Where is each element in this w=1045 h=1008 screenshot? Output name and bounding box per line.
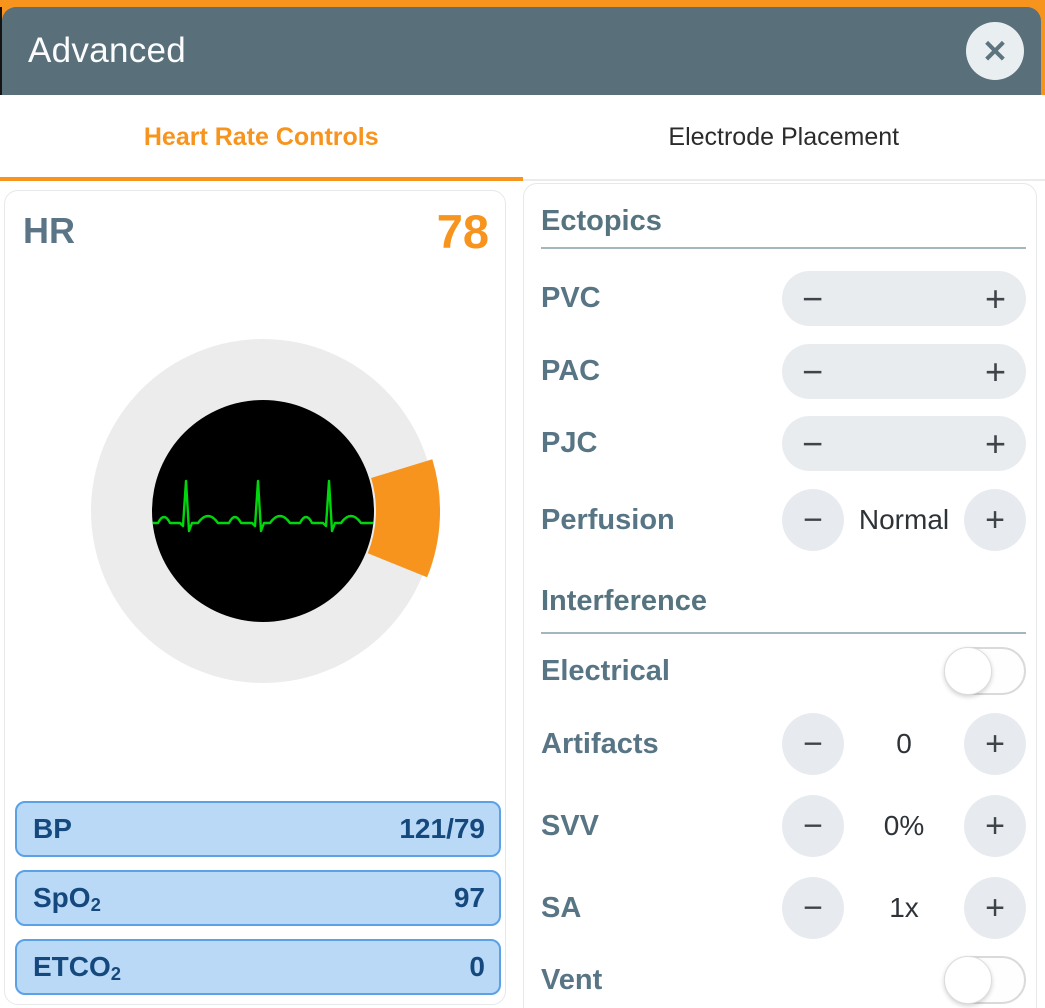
artifacts-value: 0 bbox=[844, 728, 964, 760]
perfusion-value: Normal bbox=[844, 504, 964, 536]
vent-toggle[interactable] bbox=[944, 956, 1026, 1004]
vitals-list: BP121/79SpO297ETCO20 bbox=[15, 801, 501, 1008]
plus-icon: + bbox=[985, 351, 1006, 392]
sa-stepper: −1x + bbox=[782, 877, 1026, 939]
toggle-knob bbox=[944, 956, 992, 1004]
svv-plus-button[interactable]: + bbox=[964, 795, 1026, 857]
svv-stepper: −0% + bbox=[782, 795, 1026, 857]
advanced-dialog: Advanced ✕ Heart Rate Controls Electrode… bbox=[0, 0, 1045, 1008]
close-icon: ✕ bbox=[982, 36, 1008, 67]
plus-icon: + bbox=[985, 278, 1006, 319]
artifacts-label: Artifacts bbox=[541, 728, 659, 761]
sa-row: SA −1x + bbox=[541, 877, 1026, 939]
electrical-label: Electrical bbox=[541, 655, 670, 688]
svv-row: SVV −0% + bbox=[541, 795, 1026, 857]
perfusion-plus-button[interactable]: + bbox=[964, 489, 1026, 551]
close-button[interactable]: ✕ bbox=[966, 22, 1024, 80]
svv-minus-button[interactable]: − bbox=[782, 795, 844, 857]
tab-electrode-placement-label: Electrode Placement bbox=[668, 123, 899, 152]
minus-icon: − bbox=[802, 278, 823, 319]
tab-heart-rate-controls[interactable]: Heart Rate Controls bbox=[0, 95, 523, 179]
plus-icon: + bbox=[985, 423, 1006, 464]
pac-minus-button[interactable]: − bbox=[802, 354, 823, 390]
pjc-row: PJC−+ bbox=[541, 416, 1026, 471]
sa-label: SA bbox=[541, 892, 581, 925]
vent-row: Vent bbox=[541, 954, 1026, 1006]
section-divider bbox=[541, 632, 1026, 634]
plus-icon: + bbox=[985, 727, 1005, 761]
vital-bp-label: BP bbox=[33, 813, 72, 845]
electrical-row: Electrical bbox=[541, 647, 1026, 695]
perfusion-stepper: −Normal + bbox=[782, 489, 1026, 551]
pjc-minus-button[interactable]: − bbox=[802, 426, 823, 462]
pjc-plus-button[interactable]: + bbox=[985, 426, 1006, 462]
toggle-knob bbox=[944, 647, 992, 695]
section-divider bbox=[541, 247, 1026, 249]
pvc-stepper: −+ bbox=[782, 271, 1026, 326]
vital-bp-value: 121/79 bbox=[399, 813, 485, 845]
pac-label: PAC bbox=[541, 355, 600, 388]
minus-icon: − bbox=[802, 423, 823, 464]
vital-etco2-label-text: ETCO bbox=[33, 951, 111, 982]
vital-etco2[interactable]: ETCO2 0 bbox=[15, 939, 501, 995]
artifacts-row: Artifacts −0 + bbox=[541, 713, 1026, 775]
vital-spo2[interactable]: SpO2 97 bbox=[15, 870, 501, 926]
pvc-plus-button[interactable]: + bbox=[985, 281, 1006, 317]
minus-icon: − bbox=[803, 503, 823, 537]
pjc-stepper: −+ bbox=[782, 416, 1026, 471]
hr-dial[interactable] bbox=[85, 333, 441, 689]
vital-etco2-label-sub: 2 bbox=[111, 963, 121, 984]
pac-plus-button[interactable]: + bbox=[985, 354, 1006, 390]
hr-label: HR bbox=[23, 210, 75, 252]
pvc-minus-button[interactable]: − bbox=[802, 281, 823, 317]
tab-heart-rate-controls-label: Heart Rate Controls bbox=[144, 123, 379, 152]
plus-icon: + bbox=[985, 809, 1005, 843]
pvc-label: PVC bbox=[541, 282, 601, 315]
sa-minus-button[interactable]: − bbox=[782, 877, 844, 939]
vital-spo2-label-text: SpO bbox=[33, 882, 91, 913]
hr-value: 78 bbox=[437, 204, 489, 259]
electrical-toggle[interactable] bbox=[944, 647, 1026, 695]
pvc-row: PVC−+ bbox=[541, 271, 1026, 326]
perfusion-label: Perfusion bbox=[541, 504, 675, 537]
vital-etco2-label: ETCO2 bbox=[33, 951, 121, 983]
svv-label: SVV bbox=[541, 810, 599, 843]
vital-bp[interactable]: BP 121/79 bbox=[15, 801, 501, 857]
section-title-ectopics: Ectopics bbox=[541, 204, 1026, 238]
pac-row: PAC−+ bbox=[541, 344, 1026, 399]
minus-icon: − bbox=[803, 891, 823, 925]
vital-bp-label-text: BP bbox=[33, 813, 72, 844]
minus-icon: − bbox=[802, 351, 823, 392]
sa-value: 1x bbox=[844, 892, 964, 924]
artifacts-stepper: −0 + bbox=[782, 713, 1026, 775]
vital-spo2-label: SpO2 bbox=[33, 882, 101, 914]
dialog-chrome: Advanced ✕ bbox=[0, 0, 1045, 95]
pac-stepper: −+ bbox=[782, 344, 1026, 399]
vital-spo2-label-sub: 2 bbox=[91, 894, 101, 915]
pjc-label: PJC bbox=[541, 427, 597, 460]
vent-label: Vent bbox=[541, 964, 602, 997]
perfusion-minus-button[interactable]: − bbox=[782, 489, 844, 551]
vital-etco2-value: 0 bbox=[469, 951, 485, 983]
ecg-screen bbox=[152, 400, 374, 622]
perfusion-row: Perfusion −Normal + bbox=[541, 489, 1026, 551]
dialog-header: Advanced ✕ bbox=[2, 7, 1041, 95]
section-title-interference: Interference bbox=[541, 584, 1026, 618]
vital-spo2-value: 97 bbox=[454, 882, 485, 914]
artifacts-minus-button[interactable]: − bbox=[782, 713, 844, 775]
tab-bar: Heart Rate Controls Electrode Placement bbox=[0, 95, 1045, 181]
sa-plus-button[interactable]: + bbox=[964, 877, 1026, 939]
artifacts-plus-button[interactable]: + bbox=[964, 713, 1026, 775]
hr-readout: HR 78 bbox=[23, 205, 489, 257]
minus-icon: − bbox=[803, 809, 823, 843]
controls-panel: EctopicsPVC−+PAC−+PJC−+Perfusion−Normal+… bbox=[523, 183, 1037, 1008]
plus-icon: + bbox=[985, 503, 1005, 537]
svv-value: 0% bbox=[844, 810, 964, 842]
plus-icon: + bbox=[985, 891, 1005, 925]
tab-electrode-placement[interactable]: Electrode Placement bbox=[523, 95, 1045, 179]
hr-panel: HR 78 BP121/79SpO297ETCO20 bbox=[4, 190, 506, 1005]
dialog-title: Advanced bbox=[28, 31, 186, 71]
minus-icon: − bbox=[803, 727, 823, 761]
